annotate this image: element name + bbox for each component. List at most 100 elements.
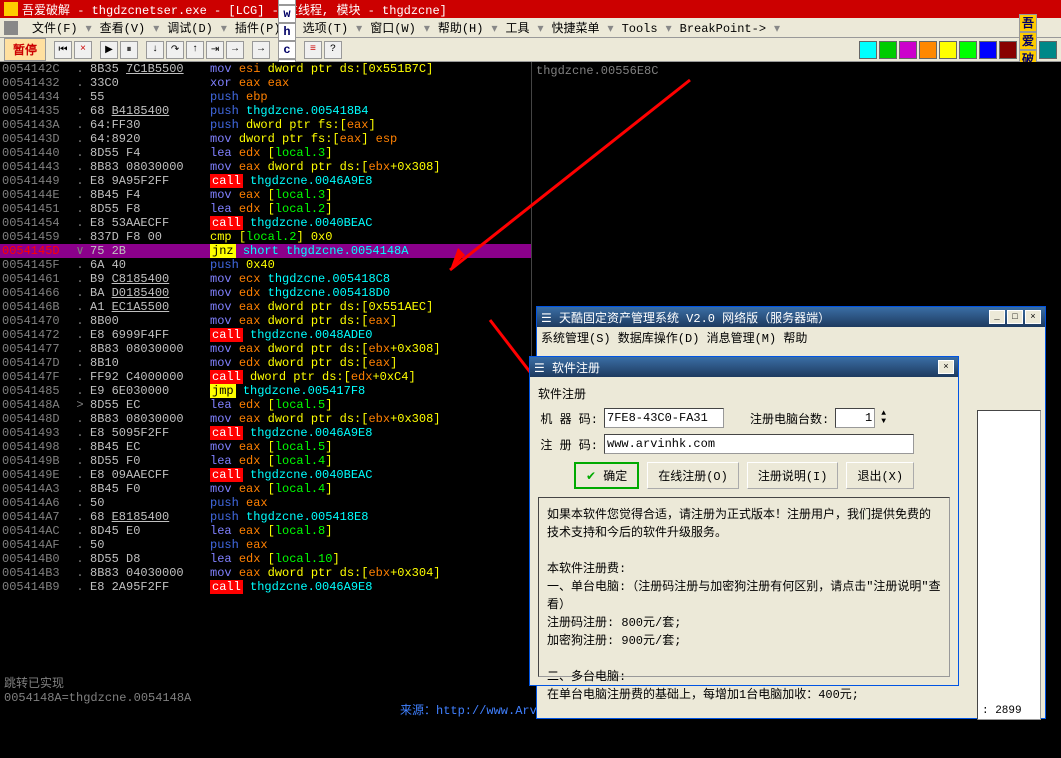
toolbar: 暂停 ⏮ × ▶ ⏸ ↓ ↷ ↑ ⇥ → → lemtwhcPkbr...s ≡… — [0, 38, 1061, 62]
menu-item[interactable]: 帮助(H) — [432, 20, 490, 38]
app-menubar[interactable]: 系统管理(S) 数据库操作(D) 消息管理(M) 帮助 — [537, 327, 1045, 348]
disasm-row[interactable]: 0054147D.8B10mov edx,dword ptr ds:[eax] — [0, 356, 531, 370]
pause-button[interactable]: 暂停 — [4, 38, 46, 61]
disasm-row[interactable]: 0054145F.6A 40push 0x40 — [0, 258, 531, 272]
tb-color-last[interactable] — [1039, 41, 1057, 59]
disasm-row[interactable]: 005414B9.E8 2A95F2FFcall thgdzcne.0046A9… — [0, 580, 531, 594]
app-icon — [4, 2, 18, 16]
disasm-row[interactable]: 0054144E.8B45 F4mov eax,[local.3] — [0, 188, 531, 202]
tb-rewind-icon[interactable]: ⏮ — [54, 41, 72, 59]
disasm-row[interactable]: 0054148A>8D55 EClea edx,[local.5] — [0, 398, 531, 412]
disasm-row[interactable]: 00541459.837D F8 00cmp [local.2],0x0 — [0, 230, 531, 244]
menu-item[interactable]: 快捷菜单 — [546, 20, 606, 38]
disasm-row[interactable]: 0054142C.8B35 7C1B5500mov esi,dword ptr … — [0, 62, 531, 76]
disasm-row[interactable]: 00541454.E8 53AAECFFcall thgdzcne.0040BE… — [0, 216, 531, 230]
spinner-icon[interactable]: ▲▼ — [881, 410, 886, 426]
tb-cn[interactable]: 爱 — [1019, 32, 1037, 50]
tb-color-3[interactable] — [899, 41, 917, 59]
minimize-button[interactable]: _ — [989, 310, 1005, 324]
tb-letter-c[interactable]: c — [278, 41, 296, 59]
disasm-row[interactable]: 00541485.E9 6E030000jmp thgdzcne.005417F… — [0, 384, 531, 398]
tb-color-2[interactable] — [879, 41, 897, 59]
app-window-titlebar[interactable]: ☰ 天酷固定资产管理系统 V2.0 网络版（服务器端） _ □ × — [537, 307, 1045, 327]
maximize-button[interactable]: □ — [1007, 310, 1023, 324]
disasm-row[interactable]: 0054146B.A1 EC1A5500mov eax,dword ptr ds… — [0, 300, 531, 314]
reg-code-label: 注 册 码: — [538, 436, 598, 453]
disasm-row[interactable]: 00541472.E8 6999F4FFcall thgdzcne.0048AD… — [0, 328, 531, 342]
reg-code-input[interactable] — [604, 434, 914, 454]
window-titlebar: 吾爱破解 - thgdzcnetser.exe - [LCG] - 主线程, 模… — [0, 0, 1061, 18]
menu-item[interactable]: Tools — [616, 20, 664, 38]
tb-stepinto-icon[interactable]: ↓ — [146, 41, 164, 59]
menu-item[interactable]: 文件(F) — [26, 20, 84, 38]
disasm-row[interactable]: 0054148D.8B83 08030000mov eax,dword ptr … — [0, 412, 531, 426]
disasm-row[interactable]: 00541435.68 B4185400push thgdzcne.005418… — [0, 104, 531, 118]
dialog-title: 软件注册 — [552, 362, 600, 376]
menu-icon — [4, 21, 18, 35]
disasm-row[interactable]: 0054143D.64:8920mov dword ptr fs:[eax],e… — [0, 132, 531, 146]
tb-stepover-icon[interactable]: ↷ — [166, 41, 184, 59]
disasm-row[interactable]: 0054143A.64:FF30push dword ptr fs:[eax] — [0, 118, 531, 132]
disasm-row[interactable]: 00541451.8D55 F8lea edx,[local.2] — [0, 202, 531, 216]
tb-run-icon[interactable]: → — [226, 41, 244, 59]
ok-button[interactable]: ✔ 确定 — [574, 462, 639, 489]
tb-cn[interactable]: 吾 — [1019, 14, 1037, 32]
tb-pause-icon[interactable]: ⏸ — [120, 41, 138, 59]
disasm-row[interactable]: 00541432.33C0xor eax,eax — [0, 76, 531, 90]
tb-list-icon[interactable]: ≡ — [304, 41, 322, 59]
disasm-row[interactable]: 00541470.8B00mov eax,dword ptr ds:[eax] — [0, 314, 531, 328]
tb-letter-w[interactable]: w — [278, 5, 296, 23]
tb-color-6[interactable] — [959, 41, 977, 59]
tb-goto-icon[interactable]: → — [252, 41, 270, 59]
exit-button[interactable]: 退出(X) — [846, 462, 914, 489]
tb-color-4[interactable] — [919, 41, 937, 59]
menu-item[interactable]: 选项(T) — [297, 20, 355, 38]
reg-help-button[interactable]: 注册说明(I) — [747, 462, 839, 489]
disasm-row[interactable]: 005414B0.8D55 D8lea edx,[local.10] — [0, 552, 531, 566]
disasm-row[interactable]: 005414A3.8B45 F0mov eax,[local.4] — [0, 482, 531, 496]
count-input[interactable] — [835, 408, 875, 428]
dialog-titlebar[interactable]: ☰ 软件注册 × — [530, 357, 958, 377]
disasm-row[interactable]: 00541493.E8 5095F2FFcall thgdzcne.0046A9… — [0, 426, 531, 440]
disasm-row[interactable]: 00541449.E8 9A95F2FFcall thgdzcne.0046A9… — [0, 174, 531, 188]
disasm-row[interactable]: 00541466.BA D0185400mov edx,thgdzcne.005… — [0, 286, 531, 300]
disasm-row[interactable]: 005414B3.8B83 04030000mov eax,dword ptr … — [0, 566, 531, 580]
menu-item[interactable]: BreakPoint-> — [674, 20, 772, 38]
online-reg-button[interactable]: 在线注册(O) — [647, 462, 739, 489]
menu-item[interactable]: 窗口(W) — [364, 20, 422, 38]
disasm-row[interactable]: 005414AC.8D45 E0lea eax,[local.8] — [0, 524, 531, 538]
dialog-close-button[interactable]: × — [938, 360, 954, 374]
disasm-row[interactable]: 005414A6.50push eax — [0, 496, 531, 510]
tb-color-8[interactable] — [999, 41, 1017, 59]
menu-item[interactable]: 查看(V) — [94, 20, 152, 38]
disasm-row[interactable]: 00541461.B9 C8185400mov ecx,thgdzcne.005… — [0, 272, 531, 286]
disasm-row[interactable]: 00541443.8B83 08030000mov eax,dword ptr … — [0, 160, 531, 174]
menu-item[interactable]: 工具 — [499, 20, 535, 38]
disassembly-pane[interactable]: 0054142C.8B35 7C1B5500mov esi,dword ptr … — [0, 62, 531, 672]
tb-color-1[interactable] — [859, 41, 877, 59]
tb-play-icon[interactable]: ▶ — [100, 41, 118, 59]
disasm-row[interactable]: 00541440.8D55 F4lea edx,[local.3] — [0, 146, 531, 160]
tb-question-icon[interactable]: ? — [324, 41, 342, 59]
disasm-row[interactable]: 0054149B.8D55 F0lea edx,[local.4] — [0, 454, 531, 468]
tb-stepout-icon[interactable]: ↑ — [186, 41, 204, 59]
count-label: 注册电脑台数: — [750, 410, 829, 427]
menu-item[interactable]: 调试(D) — [161, 20, 219, 38]
machine-code-input[interactable] — [604, 408, 724, 428]
tb-color-5[interactable] — [939, 41, 957, 59]
disasm-row[interactable]: 00541477.8B83 08030000mov eax,dword ptr … — [0, 342, 531, 356]
disasm-row[interactable]: 0054145D∨75 2Bjnz short thgdzcne.0054148… — [0, 244, 531, 258]
info-text: thgdzcne.00556E8C — [536, 64, 1057, 78]
disasm-row[interactable]: 005414AF.50push eax — [0, 538, 531, 552]
tb-trace-icon[interactable]: ⇥ — [206, 41, 224, 59]
disasm-row[interactable]: 0054149E.E8 09AAECFFcall thgdzcne.0040BE… — [0, 468, 531, 482]
tb-color-7[interactable] — [979, 41, 997, 59]
disasm-row[interactable]: 00541498.8B45 ECmov eax,[local.5] — [0, 440, 531, 454]
close-button[interactable]: × — [1025, 310, 1041, 324]
register-dialog: ☰ 软件注册 × 软件注册 机 器 码: 注册电脑台数: ▲▼ 注 册 码: ✔… — [529, 356, 959, 686]
tb-letter-h[interactable]: h — [278, 23, 296, 41]
disasm-row[interactable]: 005414A7.68 E8185400push thgdzcne.005418… — [0, 510, 531, 524]
disasm-row[interactable]: 0054147F.FF92 C4000000call dword ptr ds:… — [0, 370, 531, 384]
tb-stop-icon[interactable]: × — [74, 41, 92, 59]
disasm-row[interactable]: 00541434.55push ebp — [0, 90, 531, 104]
